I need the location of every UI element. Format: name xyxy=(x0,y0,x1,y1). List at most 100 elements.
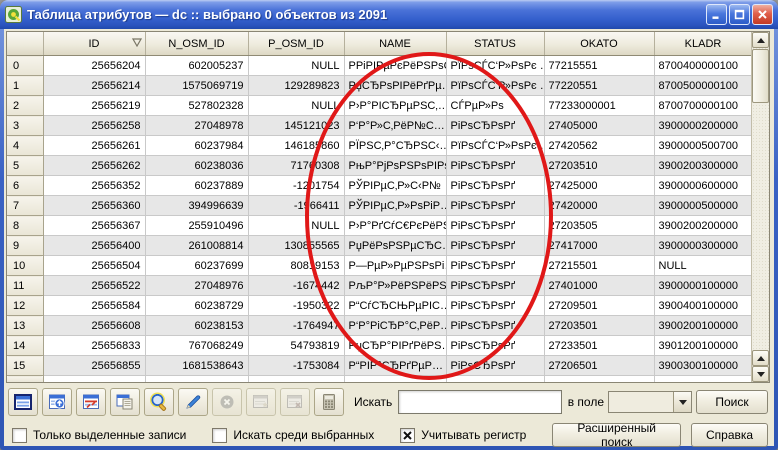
field-combobox[interactable] xyxy=(608,391,692,413)
toggle-editing-button[interactable] xyxy=(178,388,208,416)
vertical-scrollbar[interactable] xyxy=(751,32,769,382)
title-bar[interactable]: Таблица атрибутов — dc :: выбрано 0 объе… xyxy=(0,0,778,29)
minimize-button[interactable] xyxy=(706,4,727,25)
cell-status[interactable]: РіРѕСЂРѕРґ xyxy=(446,156,544,176)
row-number[interactable] xyxy=(7,376,43,383)
cell-kladr[interactable]: 8700400000100 xyxy=(654,56,751,76)
search-button[interactable]: Поиск xyxy=(696,390,768,414)
cell-status[interactable]: РіРѕСЂРѕРґ xyxy=(446,216,544,236)
row-number[interactable]: 0 xyxy=(7,56,43,76)
cell-okato[interactable]: 27206501 xyxy=(544,356,654,376)
cell-id[interactable]: 25656522 xyxy=(43,276,145,296)
cell-okato[interactable]: 27203505 xyxy=(544,216,654,236)
cell-p_osm_id[interactable]: 129289823 xyxy=(248,76,344,96)
among-selected-checkbox[interactable]: Искать среди выбранных xyxy=(212,428,374,443)
column-header-name[interactable]: NAME xyxy=(344,32,446,56)
cell-okato[interactable]: 77220551 xyxy=(544,76,654,96)
cell-kladr[interactable]: 3900200300000 xyxy=(654,156,751,176)
checkbox-box[interactable] xyxy=(12,428,27,443)
cell-p_osm_id[interactable]: -1201754 xyxy=(248,176,344,196)
cell-id[interactable]: 25656584 xyxy=(43,296,145,316)
row-number[interactable]: 8 xyxy=(7,216,43,236)
row-number[interactable]: 4 xyxy=(7,136,43,156)
cell-status[interactable]: РіРѕСЂРѕРґ xyxy=(446,236,544,256)
cell-id[interactable]: 25656262 xyxy=(43,156,145,176)
row-number[interactable]: 15 xyxy=(7,356,43,376)
cell-n_osm_id[interactable]: 1681538643 xyxy=(145,356,248,376)
cell-n_osm_id[interactable]: 60238036 xyxy=(145,156,248,176)
cell-name[interactable]: Р‘Р°Р»С‚РёР№С… xyxy=(344,116,446,136)
column-header-status[interactable]: STATUS xyxy=(446,32,544,56)
cell-okato[interactable]: 27401000 xyxy=(544,276,654,296)
cell-okato[interactable]: 27420000 xyxy=(544,196,654,216)
row-number[interactable]: 7 xyxy=(7,196,43,216)
row-number[interactable]: 5 xyxy=(7,156,43,176)
cell-kladr[interactable]: NULL xyxy=(654,256,751,276)
cell-status[interactable]: СЃРµР»Рѕ xyxy=(446,96,544,116)
cell-kladr[interactable]: 3900300100000 xyxy=(654,356,751,376)
cell-okato[interactable]: 27203501 xyxy=(544,316,654,336)
cell-p_osm_id[interactable]: 145121023 xyxy=(248,116,344,136)
cell-p_osm_id[interactable]: 71760308 xyxy=(248,156,344,176)
help-button[interactable]: Справка xyxy=(691,423,768,447)
checkbox-box[interactable] xyxy=(400,428,415,443)
scrollbar-track[interactable] xyxy=(752,103,769,350)
advanced-search-button[interactable]: Расширенный поиск xyxy=(552,423,681,447)
cell-status[interactable]: РіРѕСЂРѕРґ xyxy=(446,196,544,216)
cell-kladr[interactable]: 3900200100000 xyxy=(654,316,751,336)
scroll-up-button-bottom[interactable] xyxy=(752,350,769,366)
cell-status[interactable]: РіРѕСЂРѕРґ xyxy=(446,336,544,356)
cell-p_osm_id[interactable]: -1764947 xyxy=(248,316,344,336)
cell-p_osm_id[interactable]: NULL xyxy=(248,56,344,76)
cell-status[interactable]: РїРѕСЃС‘Р»РѕРє … xyxy=(446,76,544,96)
cell-status[interactable]: РіРѕСЂРѕРґ xyxy=(446,296,544,316)
cell-okato[interactable]: 27215501 xyxy=(544,256,654,276)
cell-id[interactable]: 25656214 xyxy=(43,76,145,96)
cell-id[interactable]: 25656855 xyxy=(43,356,145,376)
corner-cell[interactable] xyxy=(7,32,43,56)
cell-id[interactable]: 25656367 xyxy=(43,216,145,236)
cell-id[interactable]: 25656258 xyxy=(43,116,145,136)
cell-okato[interactable]: 27420562 xyxy=(544,136,654,156)
cell-status[interactable]: РіРѕСЂРѕРґ xyxy=(446,176,544,196)
cell-n_osm_id[interactable]: 261008814 xyxy=(145,236,248,256)
row-number[interactable]: 1 xyxy=(7,76,43,96)
cell-n_osm_id[interactable]: 1575069719 xyxy=(145,76,248,96)
cell-id[interactable]: 25656261 xyxy=(43,136,145,156)
cell-okato[interactable]: 77233000001 xyxy=(544,96,654,116)
cell-name[interactable]: Р­РіРІРµРєРёРЅРѕС‚ xyxy=(344,56,446,76)
cell-n_osm_id[interactable]: 767068249 xyxy=(145,336,248,356)
column-header-n_osm_id[interactable]: N_OSM_ID xyxy=(145,32,248,56)
cell-name[interactable]: Р›Р°РґСѓС€РєРёРЅ xyxy=(344,216,446,236)
zoom-to-selection-button[interactable] xyxy=(144,388,174,416)
cell-status[interactable]: РіРѕСЂРѕРґ xyxy=(446,276,544,296)
cell-name[interactable]: РџРёРѕРЅРµСЂС… xyxy=(344,236,446,256)
column-header-p_osm_id[interactable]: P_OSM_ID xyxy=(248,32,344,56)
close-button[interactable] xyxy=(752,4,773,25)
cell-okato[interactable]: 27233501 xyxy=(544,336,654,356)
cell-id[interactable]: 25656360 xyxy=(43,196,145,216)
checkbox-box[interactable] xyxy=(212,428,227,443)
cell-name[interactable]: РЇРЅС‚Р°СЂРЅС‹… xyxy=(344,136,446,156)
cell-id[interactable]: 25656504 xyxy=(43,256,145,276)
cell-n_osm_id[interactable]: 27048976 xyxy=(145,276,248,296)
column-header-kladr[interactable]: KLADR xyxy=(654,32,751,56)
cell-kladr[interactable]: 3900000100000 xyxy=(654,276,751,296)
row-number[interactable]: 10 xyxy=(7,256,43,276)
cell-status[interactable]: РіРѕСЂРѕРґ xyxy=(446,116,544,136)
cell-p_osm_id[interactable]: 130855565 xyxy=(248,236,344,256)
row-number[interactable]: 9 xyxy=(7,236,43,256)
search-input[interactable] xyxy=(398,390,561,414)
cell-p_osm_id[interactable]: -1966411 xyxy=(248,196,344,216)
cell-name[interactable]: Р‘Р°РіСЂР°С‚РёР… xyxy=(344,316,446,336)
cell-kladr[interactable]: 3901200100000 xyxy=(654,336,751,356)
cell-n_osm_id[interactable]: 60237699 xyxy=(145,256,248,276)
row-number[interactable]: 3 xyxy=(7,116,43,136)
cell-kladr[interactable]: 8700500000100 xyxy=(654,76,751,96)
copy-rows-button[interactable] xyxy=(110,388,140,416)
scrollbar-thumb[interactable] xyxy=(752,49,769,103)
case-checkbox[interactable]: Учитывать регистр xyxy=(400,428,526,443)
cell-kladr[interactable]: 3900200200000 xyxy=(654,216,751,236)
cell-id[interactable]: 25656833 xyxy=(43,336,145,356)
cell-okato[interactable]: 27405000 xyxy=(544,116,654,136)
